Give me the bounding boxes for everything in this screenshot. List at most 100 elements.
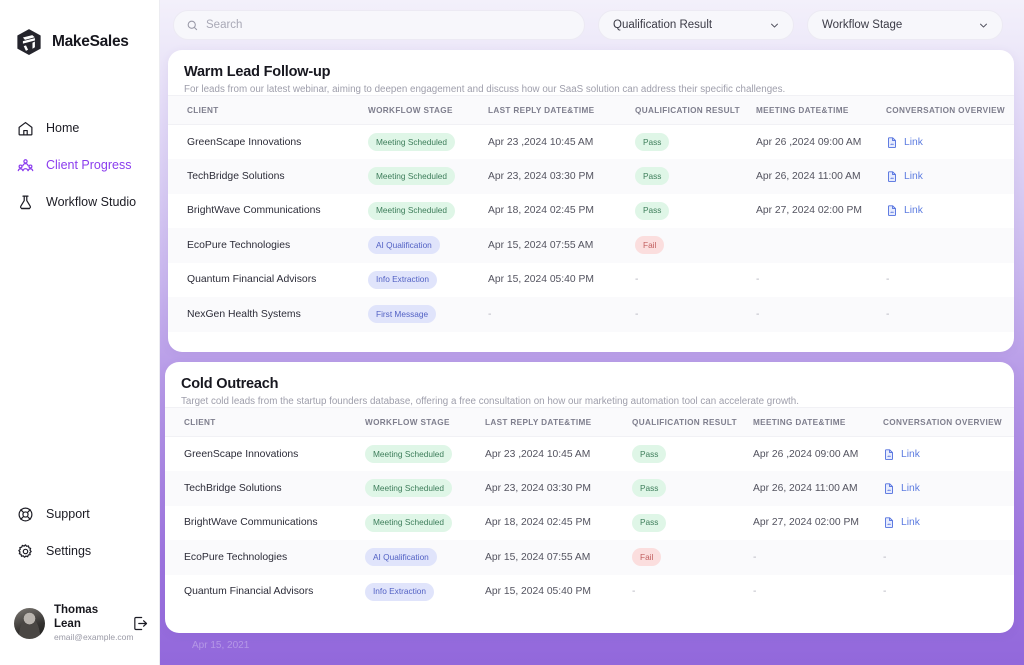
- table-row[interactable]: BrightWave Communications Meeting Schedul…: [168, 194, 1014, 229]
- cell-conversation-overview: -: [886, 274, 890, 286]
- cell-qualification-result: Pass: [628, 471, 748, 506]
- sidebar-item-client-progress[interactable]: Client Progress: [0, 147, 159, 183]
- lifebuoy-icon: [17, 506, 34, 523]
- cell-client: TechBridge Solutions: [187, 170, 285, 182]
- user-profile[interactable]: Thomas Lean email@example.com: [0, 585, 159, 657]
- conversation-link[interactable]: Link: [886, 170, 1014, 183]
- cell-meeting: Apr 26 ,2024 09:00 AM: [753, 448, 859, 460]
- primary-nav: Home Client Progress Workflow Studio: [0, 110, 159, 220]
- sidebar-item-support[interactable]: Support: [0, 496, 159, 532]
- cell-conversation-overview: -: [883, 586, 887, 598]
- status-badge: Meeting Scheduled: [365, 445, 453, 463]
- cell-conversation-overview: Link: [876, 437, 1014, 472]
- cell-qualification-result: -: [635, 274, 639, 286]
- footer-timestamp: Apr 15, 2021: [192, 640, 250, 651]
- sidebar-item-home[interactable]: Home: [0, 110, 159, 146]
- table-row[interactable]: GreenScape Innovations Meeting Scheduled A…: [165, 437, 1014, 472]
- cell-workflow-stage: AI Qualification: [363, 228, 483, 263]
- table-row[interactable]: Quantum Financial Advisors Info Extractio…: [168, 263, 1014, 298]
- column-header-workflow-stage: WORKFLOW STAGE: [360, 407, 480, 437]
- card-title: Warm Lead Follow-up: [184, 64, 331, 80]
- cell-qualification-result: -: [635, 308, 639, 320]
- status-badge: Meeting Scheduled: [365, 513, 453, 532]
- conversation-link[interactable]: Link: [886, 204, 1014, 217]
- table-row[interactable]: BrightWave Communications Meeting Schedul…: [165, 506, 1014, 541]
- column-header-last-reply: LAST REPLY DATE&TIME: [480, 407, 628, 437]
- status-badge: Fail: [632, 548, 662, 567]
- card-subtitle: For leads from our latest webinar, aimin…: [184, 84, 786, 95]
- cell-last-reply: -: [488, 308, 492, 320]
- logout-icon[interactable]: [132, 615, 149, 632]
- cell-last-reply: Apr 15, 2024 05:40 PM: [485, 586, 591, 598]
- table-row[interactable]: NexGen Health Systems First Message - - - -: [168, 297, 1014, 332]
- document-icon: [883, 482, 895, 495]
- link-label: Link: [901, 448, 920, 460]
- cell-meeting: Apr 26, 2024 11:00 AM: [756, 170, 861, 182]
- cell-meeting: [751, 228, 879, 263]
- status-badge: AI Qualification: [365, 548, 437, 567]
- conversation-link[interactable]: Link: [886, 136, 1014, 149]
- conversation-link[interactable]: Link: [883, 482, 1014, 495]
- sidebar-item-label: Client Progress: [46, 158, 132, 172]
- search-icon: [186, 19, 199, 32]
- sidebar-item-settings[interactable]: Settings: [0, 533, 159, 569]
- conversation-link[interactable]: Link: [883, 448, 1014, 461]
- status-badge: AI Qualification: [368, 236, 440, 255]
- cell-workflow-stage: Meeting Scheduled: [363, 125, 483, 160]
- card-header: Warm Lead Follow-up For leads from our l…: [168, 50, 1014, 95]
- conversation-link[interactable]: Link: [883, 516, 1014, 529]
- user-meta: Thomas Lean email@example.com: [54, 603, 134, 643]
- main-area: Search Qualification Result Workflow Sta…: [160, 0, 1024, 665]
- cell-client: Quantum Financial Advisors: [184, 586, 314, 598]
- cell-workflow-stage: AI Qualification: [360, 540, 480, 575]
- search-input[interactable]: Search: [173, 10, 585, 40]
- table-header-row: CLIENT WORKFLOW STAGE LAST REPLY DATE&TI…: [168, 95, 1014, 125]
- flask-icon: [17, 194, 34, 211]
- brand: MakeSales: [0, 0, 159, 62]
- cell-client: BrightWave Communications: [184, 517, 318, 529]
- avatar: [14, 607, 45, 639]
- table-row[interactable]: TechBridge Solutions Meeting Scheduled Apr…: [168, 159, 1014, 194]
- sidebar: MakeSales Home Client Progress Workflow …: [0, 0, 160, 665]
- link-label: Link: [901, 482, 920, 494]
- cell-workflow-stage: First Message: [363, 297, 483, 332]
- filter-label: Workflow Stage: [822, 19, 903, 31]
- cell-workflow-stage: Info Extraction: [360, 575, 480, 610]
- cell-conversation-overview: Link: [876, 471, 1014, 506]
- sidebar-item-label: Support: [46, 507, 90, 521]
- sidebar-item-label: Settings: [46, 544, 92, 558]
- column-header-workflow-stage: WORKFLOW STAGE: [363, 95, 483, 125]
- sidebar-item-workflow-studio[interactable]: Workflow Studio: [0, 184, 159, 220]
- column-header-last-reply: LAST REPLY DATE&TIME: [483, 95, 631, 125]
- column-header-client: CLIENT: [165, 407, 360, 437]
- filter-workflow-stage[interactable]: Workflow Stage: [807, 10, 1003, 40]
- table-row[interactable]: GreenScape Innovations Meeting Scheduled A…: [168, 125, 1014, 160]
- status-badge: Meeting Scheduled: [368, 201, 456, 220]
- status-badge: Info Extraction: [368, 270, 438, 289]
- cell-last-reply: Apr 18, 2024 02:45 PM: [485, 517, 591, 529]
- sidebar-item-label: Workflow Studio: [46, 195, 137, 209]
- cell-qualification-result: Pass: [628, 506, 748, 541]
- cell-last-reply: Apr 15, 2024 07:55 AM: [485, 551, 591, 563]
- table-body: GreenScape Innovations Meeting Scheduled A…: [168, 125, 1014, 332]
- status-badge: Pass: [632, 445, 667, 463]
- hexagon-logo-icon: [14, 27, 44, 57]
- cell-client: NexGen Health Systems: [187, 308, 301, 320]
- column-header-client: CLIENT: [168, 95, 363, 125]
- cell-qualification-result: Fail: [628, 540, 748, 575]
- cell-workflow-stage: Info Extraction: [363, 263, 483, 298]
- table-row[interactable]: EcoPure Technologies AI Qualification Apr …: [168, 228, 1014, 263]
- status-badge: First Message: [368, 305, 437, 324]
- cell-conversation-overview: -: [883, 551, 887, 563]
- cell-last-reply: Apr 23, 2024 03:30 PM: [488, 170, 594, 182]
- card-header: Cold Outreach Target cold leads from the…: [165, 362, 1014, 407]
- table-row[interactable]: Quantum Financial Advisors Info Extractio…: [165, 575, 1014, 610]
- table-row[interactable]: EcoPure Technologies AI Qualification Apr …: [165, 540, 1014, 575]
- user-name: Thomas Lean: [54, 604, 99, 630]
- cell-conversation-overview: Link: [879, 159, 1014, 194]
- filter-qualification-result[interactable]: Qualification Result: [598, 10, 794, 40]
- cell-qualification-result: Pass: [631, 159, 751, 194]
- document-icon: [886, 170, 898, 183]
- table-row[interactable]: TechBridge Solutions Meeting Scheduled Apr…: [165, 471, 1014, 506]
